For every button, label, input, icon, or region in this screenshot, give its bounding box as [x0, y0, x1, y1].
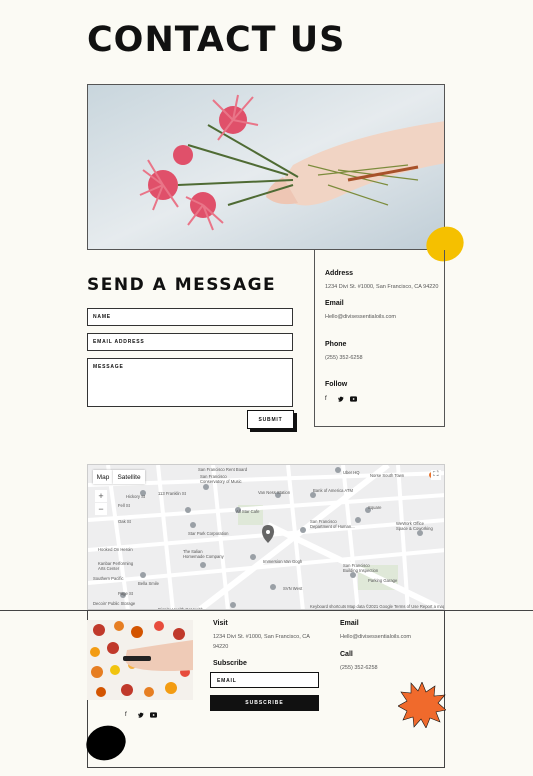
- hero-image: [87, 84, 445, 250]
- visit-label: Visit: [213, 620, 228, 627]
- visit-address: 1234 Divi St. #1000, San Francisco, CA 9…: [213, 634, 310, 650]
- svg-text:Immersion Van Gogh: Immersion Van Gogh: [263, 559, 303, 564]
- svg-text:Keyboard shortcuts Map data: Keyboard shortcuts Map data ©2021 Google…: [310, 604, 445, 609]
- call-value: (255) 352-6258: [340, 665, 378, 671]
- svg-text:113 Franklin St: 113 Franklin St: [158, 491, 187, 496]
- subscribe-placeholder: EMAIL: [217, 678, 237, 684]
- name-field[interactable]: NAME: [87, 308, 293, 326]
- svg-text:Homemade Company: Homemade Company: [183, 554, 225, 559]
- svg-text:Hickory St: Hickory St: [126, 494, 146, 499]
- facebook-icon[interactable]: f: [325, 396, 327, 402]
- svg-text:Star Park Corporation: Star Park Corporation: [188, 531, 229, 536]
- map-tab-satellite[interactable]: Satellite: [113, 470, 145, 484]
- svg-text:Page St: Page St: [118, 591, 134, 596]
- svg-text:Building Inspection: Building Inspection: [343, 568, 379, 573]
- phone-label: Phone: [325, 341, 347, 348]
- footer-image: [87, 620, 193, 700]
- zoom-in-button[interactable]: +: [95, 490, 107, 502]
- address-label: Address: [325, 270, 354, 277]
- footer-email-label: Email: [340, 620, 359, 627]
- email-label: Email: [325, 300, 344, 307]
- svg-text:Arts Center: Arts Center: [98, 566, 120, 571]
- email-placeholder: EMAIL ADDRESS: [93, 339, 145, 345]
- svg-text:Space & Coworking: Space & Coworking: [396, 526, 433, 531]
- page-title: CONTACT US: [87, 20, 346, 60]
- subscribe-email-input[interactable]: EMAIL: [210, 672, 319, 688]
- fullscreen-icon[interactable]: ⛶: [431, 470, 441, 480]
- address-value: 1234 Divi St. #1000, San Francisco, CA 9…: [325, 284, 439, 290]
- email-field[interactable]: EMAIL ADDRESS: [87, 333, 293, 351]
- svg-text:Bella Smile: Bella Smile: [138, 581, 160, 586]
- map-tab-map[interactable]: Map: [93, 470, 113, 484]
- call-label: Call: [340, 651, 353, 658]
- svg-text:Square: Square: [368, 505, 382, 510]
- subscribe-button[interactable]: SUBSCRIBE: [210, 695, 319, 711]
- svg-text:Hooked On Heroin: Hooked On Heroin: [98, 547, 133, 552]
- flower-bouquet-image: [88, 85, 444, 249]
- svg-text:Department of Human...: Department of Human...: [310, 524, 355, 529]
- svg-text:San Francisco Rent Board: San Francisco Rent Board: [198, 467, 248, 472]
- submit-button-wrap[interactable]: SUBMIT: [247, 410, 297, 432]
- footer-twitter-icon[interactable]: [138, 712, 144, 720]
- orange-starburst-decoration: [398, 682, 446, 728]
- svg-text:Bank of America ATM: Bank of America ATM: [313, 488, 353, 493]
- svg-text:Fell St: Fell St: [118, 503, 131, 508]
- svg-text:Parking Garage: Parking Garage: [368, 578, 398, 583]
- svg-text:All Star Cafe: All Star Cafe: [236, 509, 260, 514]
- svg-text:Norse South Town: Norse South Town: [370, 473, 405, 478]
- submit-button[interactable]: SUBMIT: [247, 410, 294, 429]
- svg-text:Uber HQ: Uber HQ: [343, 470, 360, 475]
- svg-text:Van Ness Station: Van Ness Station: [258, 490, 291, 495]
- svg-text:SVN West: SVN West: [283, 586, 303, 591]
- google-map[interactable]: San Francisco Rent Board San Francisco C…: [87, 464, 445, 610]
- map-streets: San Francisco Rent Board San Francisco C…: [88, 465, 445, 609]
- svg-text:Southern Pacific: Southern Pacific: [93, 576, 124, 581]
- name-placeholder: NAME: [93, 314, 111, 320]
- email-value[interactable]: Hello@divisessentialoils.com: [325, 314, 396, 320]
- svg-text:Conservatory of Music: Conservatory of Music: [200, 479, 242, 484]
- zoom-out-button[interactable]: −: [95, 503, 107, 515]
- phone-value: (255) 352-6258: [325, 355, 363, 361]
- svg-text:Decoin' Public Storage: Decoin' Public Storage: [93, 601, 136, 606]
- twitter-icon[interactable]: [338, 396, 344, 404]
- message-placeholder: MESSAGE: [93, 364, 124, 370]
- youtube-icon[interactable]: [350, 396, 357, 404]
- svg-text:Oak St: Oak St: [118, 519, 132, 524]
- footer-youtube-icon[interactable]: [150, 712, 157, 720]
- footer-facebook-icon[interactable]: f: [125, 712, 127, 718]
- dried-flowers-image: [87, 620, 193, 700]
- message-field[interactable]: MESSAGE: [87, 358, 293, 407]
- footer-email-value[interactable]: Hello@divisessentialoils.com: [340, 632, 411, 642]
- subscribe-label: Subscribe: [213, 660, 247, 667]
- form-title: SEND A MESSAGE: [87, 275, 277, 295]
- follow-label: Follow: [325, 381, 348, 388]
